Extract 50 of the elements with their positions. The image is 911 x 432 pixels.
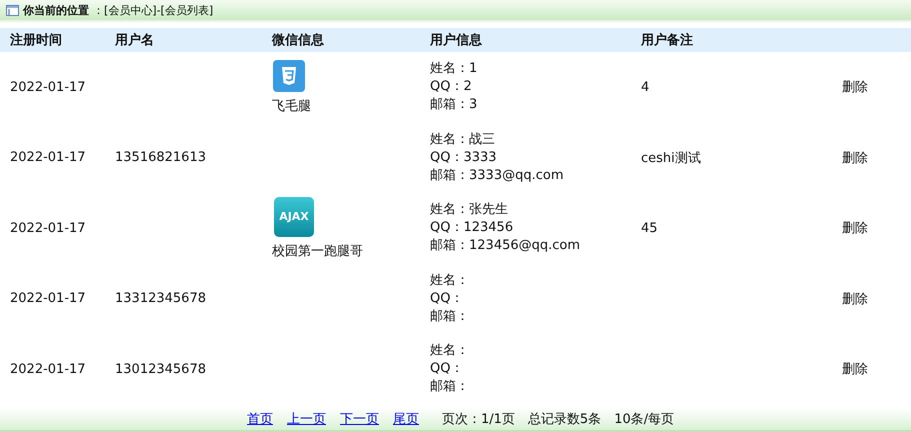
table-cell-text: 4 — [641, 80, 650, 95]
table-cell-text: 2022-01-17 — [10, 80, 87, 95]
info-line: 邮箱：123456@qq.com — [430, 237, 582, 256]
info-line: QQ：123456 — [430, 219, 514, 238]
info-line: 姓名：张先生 — [430, 201, 509, 220]
table-cell-text: 45 — [641, 220, 659, 236]
info-line: 邮箱：3 — [430, 96, 478, 114]
table-cell-text: 13516821613 — [115, 150, 207, 166]
info-line: 邮箱：3333@qq.com — [430, 166, 564, 185]
delete-link[interactable]: 删除 — [842, 148, 911, 167]
table-cell-text: 2022-01-17 — [10, 291, 87, 306]
window-icon — [6, 4, 19, 16]
info-line: 邮箱： — [430, 378, 470, 396]
record-count: 总记录数5条 — [528, 410, 602, 428]
page-link[interactable]: 上一页 — [287, 410, 326, 428]
table-cell-text: 13012345678 — [115, 362, 207, 377]
info-line: 姓名： — [430, 342, 470, 360]
delete-link[interactable]: 删除 — [842, 290, 911, 308]
info-line: QQ： — [430, 360, 464, 378]
breadcrumb-path: ：[会员中心]-[会员列表] — [93, 2, 214, 18]
table-cell-text: ceshi测试 — [641, 150, 702, 167]
column-header: 用户备注 — [641, 32, 694, 49]
page-link[interactable]: 首页 — [247, 410, 273, 428]
info-line: QQ：2 — [430, 78, 473, 96]
column-header: 用户名 — [115, 32, 155, 49]
info-line: 姓名：1 — [430, 60, 478, 78]
column-header: 用户信息 — [430, 32, 483, 49]
page-size: 10条/每页 — [614, 410, 674, 428]
info-line: 姓名： — [430, 272, 470, 290]
avatar-icon — [273, 60, 305, 92]
info-line: QQ： — [430, 290, 464, 308]
page-link[interactable]: 尾页 — [393, 410, 419, 428]
table-cell-text: 2022-01-17 — [10, 220, 87, 236]
table-cell-text: 2022-01-17 — [10, 150, 87, 166]
avatar-icon: AJAX — [274, 196, 314, 237]
delete-link[interactable]: 删除 — [842, 219, 911, 238]
info-line: 邮箱： — [430, 308, 470, 326]
delete-link[interactable]: 删除 — [842, 360, 911, 378]
column-header: 微信信息 — [272, 32, 325, 49]
table-cell-text: 2022-01-17 — [10, 362, 87, 377]
info-line: QQ：3333 — [430, 148, 498, 167]
breadcrumb-label: 你当前的位置 — [23, 2, 89, 18]
page-number: 页次：1/1页 — [442, 410, 515, 428]
nickname: 飞毛腿 — [272, 98, 311, 115]
table-cell-text: 13312345678 — [115, 291, 207, 306]
page-link[interactable]: 下一页 — [340, 410, 379, 428]
nickname: 校园第一跑腿哥 — [272, 242, 363, 260]
column-header: 注册时间 — [10, 32, 63, 49]
delete-link[interactable]: 删除 — [842, 78, 911, 96]
info-line: 姓名：战三 — [430, 130, 496, 149]
